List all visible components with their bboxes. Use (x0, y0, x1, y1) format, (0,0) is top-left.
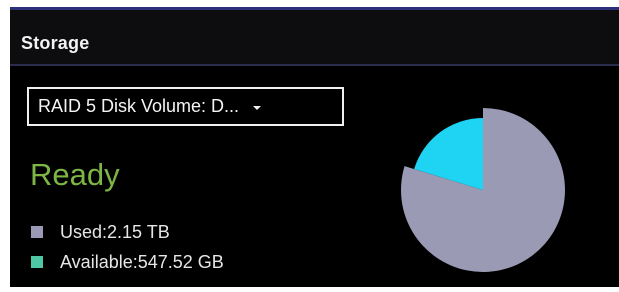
volume-dropdown[interactable]: RAID 5 Disk Volume: D... (27, 87, 344, 126)
storage-widget: Storage RAID 5 Disk Volume: D... Ready U… (10, 7, 619, 287)
chevron-down-icon (253, 105, 262, 110)
widget-header: Storage (10, 10, 619, 66)
storage-pie-chart (401, 108, 565, 272)
used-color-swatch (31, 226, 43, 238)
volume-dropdown-value: RAID 5 Disk Volume: D... (38, 96, 240, 116)
used-label: Used:2.15 TB (60, 222, 170, 242)
available-color-swatch (31, 256, 43, 268)
widget-title: Storage (21, 33, 90, 53)
legend-item-used: Used:2.15 TB (31, 223, 170, 241)
legend-item-available: Available:547.52 GB (31, 253, 224, 271)
status-text: Ready (30, 157, 120, 192)
available-label: Available:547.52 GB (60, 252, 224, 272)
